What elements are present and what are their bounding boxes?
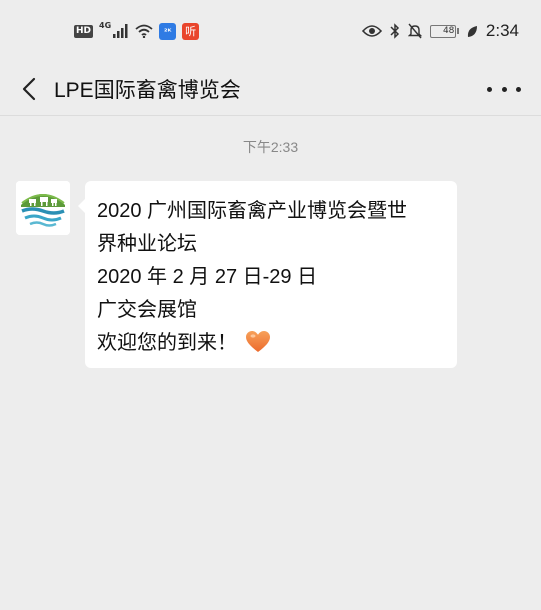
heart-icon: [246, 331, 270, 352]
status-right-group: 48 2:34: [361, 21, 519, 41]
battery-indicator: 48: [429, 24, 456, 38]
battery-level: 48: [442, 26, 455, 36]
bluetooth-icon: [390, 23, 399, 39]
message-line: 界种业论坛: [97, 233, 197, 255]
lpe-logo-icon: [16, 181, 70, 235]
chevron-left-icon: [22, 77, 36, 100]
listen-app-notification-icon: 听: [182, 22, 200, 40]
more-dot-icon: [501, 86, 507, 92]
signal-icon: [113, 24, 128, 38]
message-line: 广交会展馆: [97, 299, 197, 321]
chat-header: LPE国际畜禽博览会: [0, 62, 541, 116]
message-line: 2020 年 2 月 27 日-29 日: [97, 266, 318, 288]
status-left-group: HD 4G ²ᴷ 听: [74, 20, 200, 40]
message-bubble[interactable]: 2020 广州国际畜禽产业博览会暨世 界种业论坛 2020 年 2 月 27 日…: [78, 181, 457, 368]
status-clock: 2:34: [485, 21, 519, 40]
back-button[interactable]: [2, 62, 56, 116]
more-options-button[interactable]: [487, 76, 521, 102]
more-dot-icon: [487, 86, 492, 92]
eye-comfort-icon: [361, 25, 382, 37]
message-timestamp: 下午2:33: [242, 139, 299, 155]
app-notification-icon: ²ᴷ: [159, 22, 177, 40]
wifi-icon: [135, 24, 153, 38]
message-line: 2020 广州国际畜禽产业博览会暨世: [97, 200, 408, 222]
battery-nub: [456, 28, 459, 34]
message-line: 欢迎您的到来！: [97, 332, 237, 354]
sender-avatar[interactable]: [16, 181, 70, 235]
message-line-with-emoji: 欢迎您的到来！: [97, 327, 445, 360]
leaf-power-save-icon: [467, 25, 477, 37]
mute-bell-icon: [407, 23, 422, 39]
status-bar: HD 4G ²ᴷ 听 48 2:34: [0, 0, 541, 62]
hd-voice-icon: HD: [74, 24, 94, 38]
more-dot-icon: [516, 86, 521, 92]
network-type-label: 4G: [99, 20, 112, 30]
chat-title: LPE国际畜禽博览会: [54, 78, 241, 102]
